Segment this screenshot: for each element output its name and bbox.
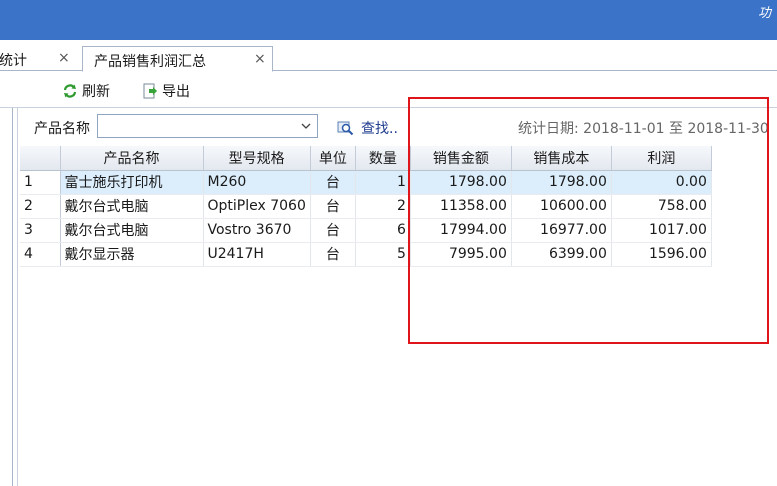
cell-product-name: 戴尔显示器 (60, 242, 204, 267)
cell-sales-cost: 10600.00 (511, 194, 612, 219)
tab-statistics[interactable]: 统计 × (0, 47, 80, 71)
cell-quantity: 2 (355, 194, 411, 219)
column-header-unit[interactable]: 单位 (310, 146, 356, 171)
column-header-quantity[interactable]: 数量 (355, 146, 411, 171)
cell-unit: 台 (310, 194, 356, 219)
cell-profit: 1017.00 (611, 218, 712, 243)
cell-profit: 0.00 (611, 170, 712, 195)
title-bar: 功 (0, 0, 777, 40)
close-icon[interactable]: × (58, 50, 70, 66)
profit-summary-table: 产品名称 型号规格 单位 数量 销售金额 销售成本 利润 1 富士施乐打印机 M… (20, 146, 712, 267)
chevron-down-icon[interactable] (299, 118, 313, 134)
row-number: 3 (20, 218, 61, 243)
table-row[interactable]: 1 富士施乐打印机 M260 台 1 1798.00 1798.00 0.00 (20, 170, 712, 195)
cell-sales-amount: 7995.00 (410, 242, 512, 267)
cell-unit: 台 (310, 170, 356, 195)
date-from: 2018-11-01 (583, 121, 665, 137)
cell-quantity: 5 (355, 242, 411, 267)
export-button[interactable]: 导出 (142, 81, 190, 101)
cell-sales-amount: 11358.00 (410, 194, 512, 219)
row-number: 1 (20, 170, 61, 195)
cell-sales-cost: 1798.00 (511, 170, 612, 195)
cell-product-name: 戴尔台式电脑 (60, 218, 204, 243)
find-button[interactable]: 查找.. (337, 118, 398, 138)
cell-quantity: 1 (355, 170, 411, 195)
left-border-inner (17, 108, 18, 486)
column-header-product-name[interactable]: 产品名称 (60, 146, 204, 171)
toolbar: 刷新 导出 (0, 72, 777, 108)
row-number: 4 (20, 242, 61, 267)
table-header-row: 产品名称 型号规格 单位 数量 销售金额 销售成本 利润 (20, 146, 712, 171)
cell-sales-amount: 17994.00 (410, 218, 512, 243)
left-border (12, 108, 13, 486)
statistics-date: 统计日期: 2018-11-01 至 2018-11-30 (518, 118, 769, 138)
cell-unit: 台 (310, 218, 356, 243)
cell-sales-cost: 6399.00 (511, 242, 612, 267)
refresh-icon (62, 83, 78, 99)
column-header-sales-cost[interactable]: 销售成本 (511, 146, 612, 171)
cell-profit: 1596.00 (611, 242, 712, 267)
table-row[interactable]: 3 戴尔台式电脑 Vostro 3670 台 6 17994.00 16977.… (20, 218, 712, 243)
search-icon (337, 120, 355, 136)
cell-model: OptiPlex 7060 (203, 194, 311, 219)
cell-product-name: 戴尔台式电脑 (60, 194, 204, 219)
tab-product-sales-profit-summary[interactable]: 产品销售利润汇总 × (82, 46, 273, 72)
find-label: 查找.. (361, 121, 398, 137)
cell-model: U2417H (203, 242, 311, 267)
export-label: 导出 (162, 84, 190, 100)
product-name-label: 产品名称 (34, 121, 90, 137)
column-header-sales-amount[interactable]: 销售金额 (410, 146, 512, 171)
cell-product-name: 富士施乐打印机 (60, 170, 204, 195)
cell-quantity: 6 (355, 218, 411, 243)
tab-strip: 统计 × 产品销售利润汇总 × (0, 40, 777, 72)
row-number: 2 (20, 194, 61, 219)
cell-unit: 台 (310, 242, 356, 267)
column-header-profit[interactable]: 利润 (611, 146, 712, 171)
cell-model: M260 (203, 170, 311, 195)
date-to: 2018-11-30 (687, 121, 769, 137)
cell-model: Vostro 3670 (203, 218, 311, 243)
cell-sales-amount: 1798.00 (410, 170, 512, 195)
close-icon[interactable]: × (254, 51, 266, 67)
table-row[interactable]: 4 戴尔显示器 U2417H 台 5 7995.00 6399.00 1596.… (20, 242, 712, 267)
tab-label: 产品销售利润汇总 (94, 54, 206, 70)
product-name-combobox[interactable] (97, 114, 318, 138)
tab-label: 统计 (0, 53, 27, 69)
date-separator: 至 (669, 121, 683, 137)
refresh-button[interactable]: 刷新 (62, 81, 110, 101)
table-row[interactable]: 2 戴尔台式电脑 OptiPlex 7060 台 2 11358.00 1060… (20, 194, 712, 219)
refresh-label: 刷新 (82, 84, 110, 100)
title-corner-text: 功 (757, 6, 771, 21)
date-label: 统计日期: (518, 121, 579, 137)
row-number-header (20, 146, 61, 171)
cell-sales-cost: 16977.00 (511, 218, 612, 243)
cell-profit: 758.00 (611, 194, 712, 219)
column-header-model[interactable]: 型号规格 (203, 146, 311, 171)
export-icon (142, 83, 158, 99)
